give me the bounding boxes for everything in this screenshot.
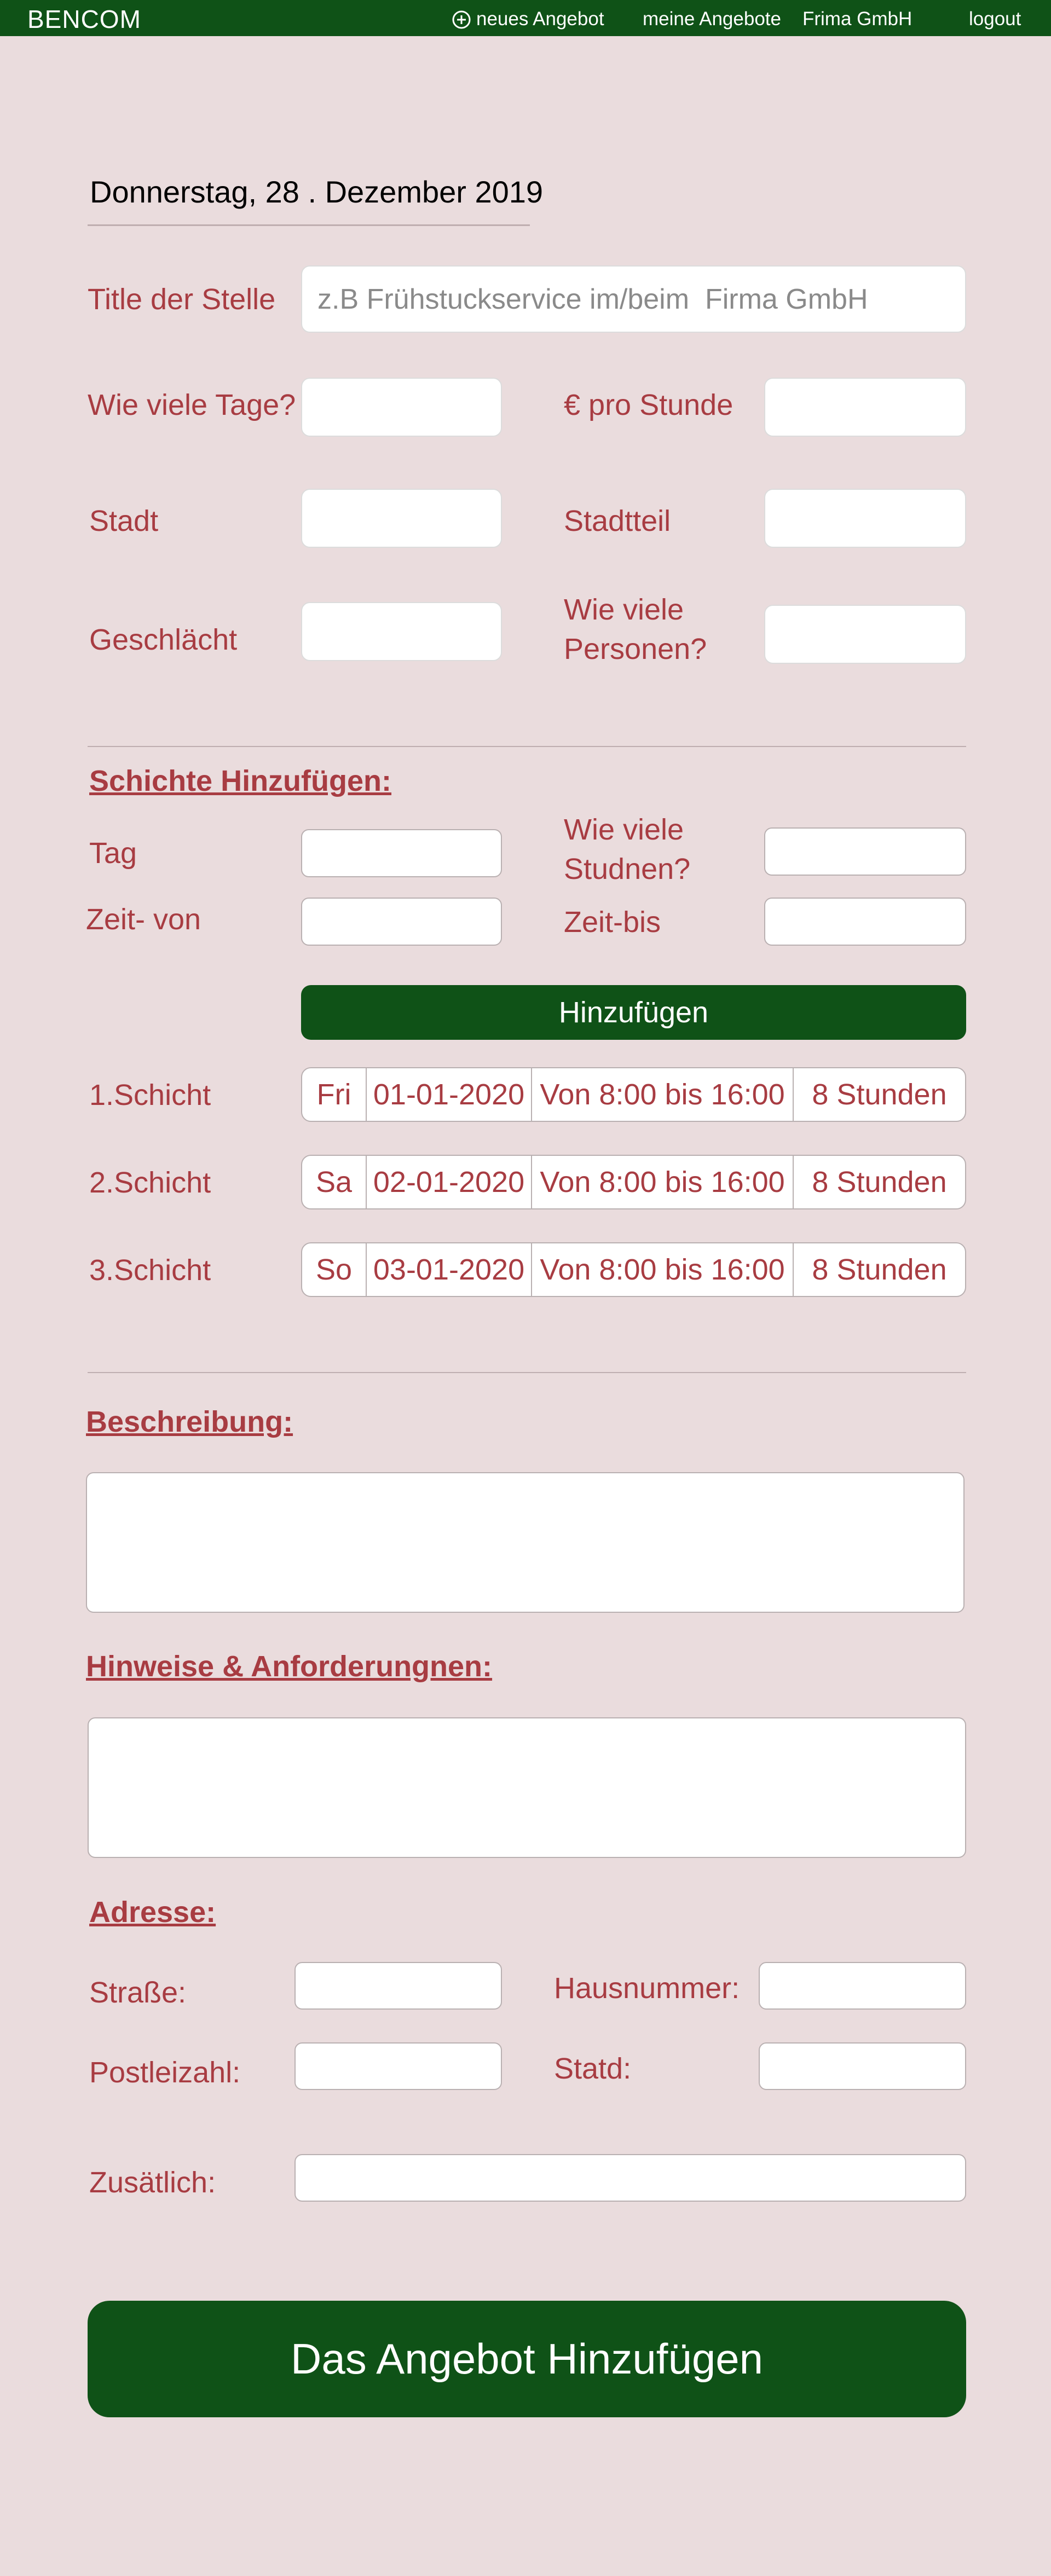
postal-code-label: Postleizahl:	[89, 2056, 241, 2089]
nav-my-offers-link[interactable]: meine Angebote	[643, 8, 781, 30]
shift-row[interactable]: Sa 02-01-2020 Von 8:00 bis 16:00 8 Stund…	[301, 1155, 966, 1209]
address-city-input[interactable]	[759, 2042, 966, 2090]
house-number-input[interactable]	[759, 1962, 966, 2010]
shift-row[interactable]: So 03-01-2020 Von 8:00 bis 16:00 8 Stund…	[301, 1242, 966, 1297]
shift-time-cell: Von 8:00 bis 16:00	[532, 1068, 794, 1121]
shift-row[interactable]: Fri 01-01-2020 Von 8:00 bis 16:00 8 Stun…	[301, 1067, 966, 1122]
nav-new-offer-link[interactable]: neues Angebot	[476, 8, 604, 30]
description-textarea[interactable]	[86, 1472, 965, 1613]
shift-hours-cell: 8 Stunden	[812, 1166, 947, 1199]
requirements-textarea[interactable]	[88, 1717, 966, 1858]
job-title-label: Title der Stelle	[88, 283, 276, 316]
current-date: Donnerstag, 28 . Dezember 2019	[90, 175, 544, 209]
shift-day-cell: Sa	[302, 1156, 367, 1208]
address-city-label: Statd:	[554, 2052, 632, 2085]
city-input[interactable]	[301, 489, 502, 548]
postal-code-input[interactable]	[294, 2042, 502, 2090]
add-circle-icon[interactable]	[452, 10, 471, 30]
add-shift-button[interactable]: Hinzufügen	[301, 985, 966, 1040]
shift-day-cell: Fri	[302, 1068, 367, 1121]
description-section-title: Beschreibung:	[86, 1405, 293, 1438]
shift-date-cell: 02-01-2020	[367, 1156, 532, 1208]
brand-logo[interactable]: BENCOM	[27, 5, 141, 33]
shift-hours-input[interactable]	[764, 827, 966, 876]
shift-time-cell: Von 8:00 bis 16:00	[532, 1243, 794, 1296]
days-label: Wie viele Tage?	[88, 389, 296, 421]
shift-hours-label: Wie viele Studnen?	[564, 813, 691, 885]
time-from-input[interactable]	[301, 898, 502, 946]
shift-hours-cell: 8 Stunden	[812, 1078, 947, 1111]
shift-day-label: Tag	[89, 837, 137, 870]
section-divider	[88, 1372, 966, 1373]
district-label: Stadtteil	[564, 505, 671, 537]
hourly-rate-input[interactable]	[764, 378, 966, 437]
persons-input[interactable]	[764, 605, 966, 664]
gender-label: Geschlächt	[89, 623, 238, 656]
shift-day-cell: So	[302, 1243, 367, 1296]
street-label: Straße:	[89, 1976, 187, 2009]
job-title-input[interactable]	[301, 265, 966, 333]
shift-time-cell: Von 8:00 bis 16:00	[532, 1156, 794, 1208]
nav-company-link[interactable]: Frima GmbH	[802, 8, 912, 30]
shift-row-label: 1.Schicht	[89, 1079, 211, 1112]
shifts-section-title: Schichte Hinzufügen:	[89, 765, 391, 797]
section-divider	[88, 746, 966, 747]
submit-offer-button[interactable]: Das Angebot Hinzufügen	[88, 2301, 966, 2417]
additional-label: Zusätlich:	[89, 2166, 216, 2199]
shift-date-cell: 01-01-2020	[367, 1068, 532, 1121]
days-input[interactable]	[301, 378, 502, 437]
shift-day-input[interactable]	[301, 829, 502, 877]
shift-row-label: 2.Schicht	[89, 1166, 211, 1199]
city-label: Stadt	[89, 505, 159, 537]
persons-label: Wie viele Personen?	[564, 593, 707, 665]
shift-hours-cell: 8 Stunden	[812, 1253, 947, 1286]
additional-input[interactable]	[294, 2154, 966, 2202]
time-to-input[interactable]	[764, 898, 966, 946]
date-underline	[88, 224, 530, 226]
hourly-rate-label: € pro Stunde	[564, 389, 734, 421]
gender-input[interactable]	[301, 602, 502, 661]
requirements-section-title: Hinweise & Anforderungnen:	[86, 1650, 493, 1683]
address-section-title: Adresse:	[89, 1896, 216, 1929]
time-from-label: Zeit- von	[86, 903, 201, 936]
house-number-label: Hausnummer:	[554, 1972, 740, 2005]
street-input[interactable]	[294, 1962, 502, 2010]
district-input[interactable]	[764, 489, 966, 548]
shift-row-label: 3.Schicht	[89, 1254, 211, 1287]
time-to-label: Zeit-bis	[564, 906, 661, 939]
shift-date-cell: 03-01-2020	[367, 1243, 532, 1296]
nav-logout-link[interactable]: logout	[969, 8, 1021, 30]
